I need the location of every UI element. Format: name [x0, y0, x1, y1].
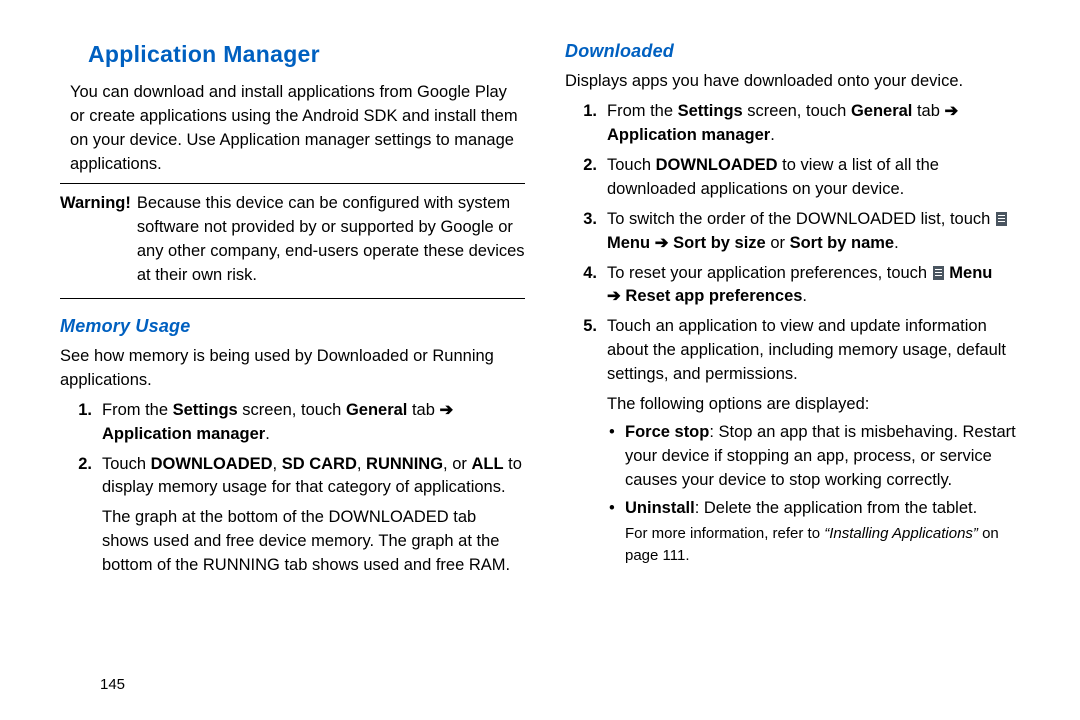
step-number: 2. — [60, 453, 102, 579]
bold: Settings — [678, 102, 743, 120]
warning-text: Because this device can be configured wi… — [137, 192, 525, 288]
text: . — [894, 234, 899, 252]
subsection-title-downloaded: Downloaded — [565, 38, 1030, 64]
step-number: 2. — [565, 154, 607, 202]
menu-icon — [996, 212, 1007, 226]
step-number: 1. — [565, 100, 607, 148]
step: 1. From the Settings screen, touch Gener… — [60, 399, 525, 447]
step-text: Touch an application to view and update … — [607, 315, 1030, 387]
bold: DOWNLOADED — [151, 455, 273, 473]
step-number: 3. — [565, 208, 607, 256]
text: Touch — [607, 156, 656, 174]
bold: RUNNING — [366, 455, 443, 473]
text: To switch the order of the DOWNLOADED li… — [607, 210, 995, 228]
downloaded-intro: Displays apps you have downloaded onto y… — [565, 70, 1030, 94]
subsection-title-memory: Memory Usage — [60, 313, 525, 339]
text: . — [802, 287, 807, 305]
left-column: Application Manager You can download and… — [60, 38, 525, 700]
section-title: Application Manager — [88, 38, 525, 71]
step-number: 1. — [60, 399, 102, 447]
memory-steps: 1. From the Settings screen, touch Gener… — [60, 399, 525, 578]
bold: Sort by name — [790, 234, 895, 252]
text: tab — [912, 102, 944, 120]
list-item: • Force stop: Stop an app that is misbeh… — [607, 421, 1030, 493]
text: or — [766, 234, 790, 252]
text: . — [265, 425, 270, 443]
step-body: From the Settings screen, touch General … — [102, 399, 525, 447]
bold: Application manager — [607, 126, 770, 144]
text: From the — [102, 401, 173, 419]
warning-label: Warning! — [60, 192, 131, 288]
bullet-label: Uninstall — [625, 499, 695, 517]
text: For more information, refer to — [625, 525, 824, 542]
step: 2. Touch DOWNLOADED to view a list of al… — [565, 154, 1030, 202]
options-list: • Force stop: Stop an app that is misbeh… — [565, 421, 1030, 566]
page-number: 145 — [100, 674, 125, 696]
text: tab — [407, 401, 439, 419]
arrow-icon: ➔ — [607, 287, 621, 305]
menu-icon — [933, 266, 944, 280]
downloaded-steps: 1. From the Settings screen, touch Gener… — [565, 100, 1030, 387]
step-number: 4. — [565, 262, 607, 310]
step-body: Touch an application to view and update … — [607, 315, 1030, 387]
bullet-label: Force stop — [625, 423, 709, 441]
arrow-icon: ➔ — [655, 234, 669, 252]
arrow-icon: ➔ — [440, 401, 454, 419]
step: 3. To switch the order of the DOWNLOADED… — [565, 208, 1030, 256]
step-body: Touch DOWNLOADED to view a list of all t… — [607, 154, 1030, 202]
step-body: To reset your application preferences, t… — [607, 262, 1030, 310]
text: , — [273, 455, 282, 473]
more-info: For more information, refer to “Installi… — [625, 523, 1030, 567]
bold: Menu — [949, 264, 992, 282]
intro-paragraph: You can download and install application… — [60, 81, 525, 177]
text: From the — [607, 102, 678, 120]
bold: ALL — [471, 455, 503, 473]
divider — [60, 298, 525, 299]
text: . — [770, 126, 775, 144]
arrow-icon: ➔ — [945, 102, 959, 120]
bold: DOWNLOADED — [656, 156, 778, 174]
bullet-body: Uninstall: Delete the application from t… — [625, 497, 1030, 566]
bold: SD CARD — [282, 455, 357, 473]
bold: Application manager — [102, 425, 265, 443]
memory-intro: See how memory is being used by Download… — [60, 345, 525, 393]
reference-title: “Installing Applications” — [824, 525, 978, 542]
bold: General — [851, 102, 912, 120]
bullet-text: : Delete the application from the tablet… — [695, 499, 978, 517]
text: To reset your application preferences, t… — [607, 264, 932, 282]
text: , — [357, 455, 366, 473]
step: 2. Touch DOWNLOADED, SD CARD, RUNNING, o… — [60, 453, 525, 579]
step-body: To switch the order of the DOWNLOADED li… — [607, 208, 1030, 256]
bold: Settings — [173, 401, 238, 419]
text: Touch — [102, 455, 151, 473]
step: 1. From the Settings screen, touch Gener… — [565, 100, 1030, 148]
step: 5. Touch an application to view and upda… — [565, 315, 1030, 387]
right-column: Downloaded Displays apps you have downlo… — [565, 38, 1030, 700]
bold: Reset app preferences — [625, 287, 802, 305]
list-item: • Uninstall: Delete the application from… — [607, 497, 1030, 566]
bullet-icon: • — [607, 421, 625, 493]
text: , or — [443, 455, 471, 473]
step: 4. To reset your application preferences… — [565, 262, 1030, 310]
step-number: 5. — [565, 315, 607, 387]
divider — [60, 183, 525, 184]
step-paragraph: The graph at the bottom of the DOWNLOADE… — [102, 506, 525, 578]
bold: General — [346, 401, 407, 419]
text: screen, touch — [238, 401, 346, 419]
following-options: The following options are displayed: — [565, 393, 1030, 417]
bullet-icon: • — [607, 497, 625, 566]
step-body: Touch DOWNLOADED, SD CARD, RUNNING, or A… — [102, 453, 525, 579]
bold: Sort by size — [673, 234, 766, 252]
step-body: From the Settings screen, touch General … — [607, 100, 1030, 148]
bullet-body: Force stop: Stop an app that is misbehav… — [625, 421, 1030, 493]
text: screen, touch — [743, 102, 851, 120]
bold: Menu — [607, 234, 650, 252]
warning-block: Warning! Because this device can be conf… — [60, 192, 525, 288]
